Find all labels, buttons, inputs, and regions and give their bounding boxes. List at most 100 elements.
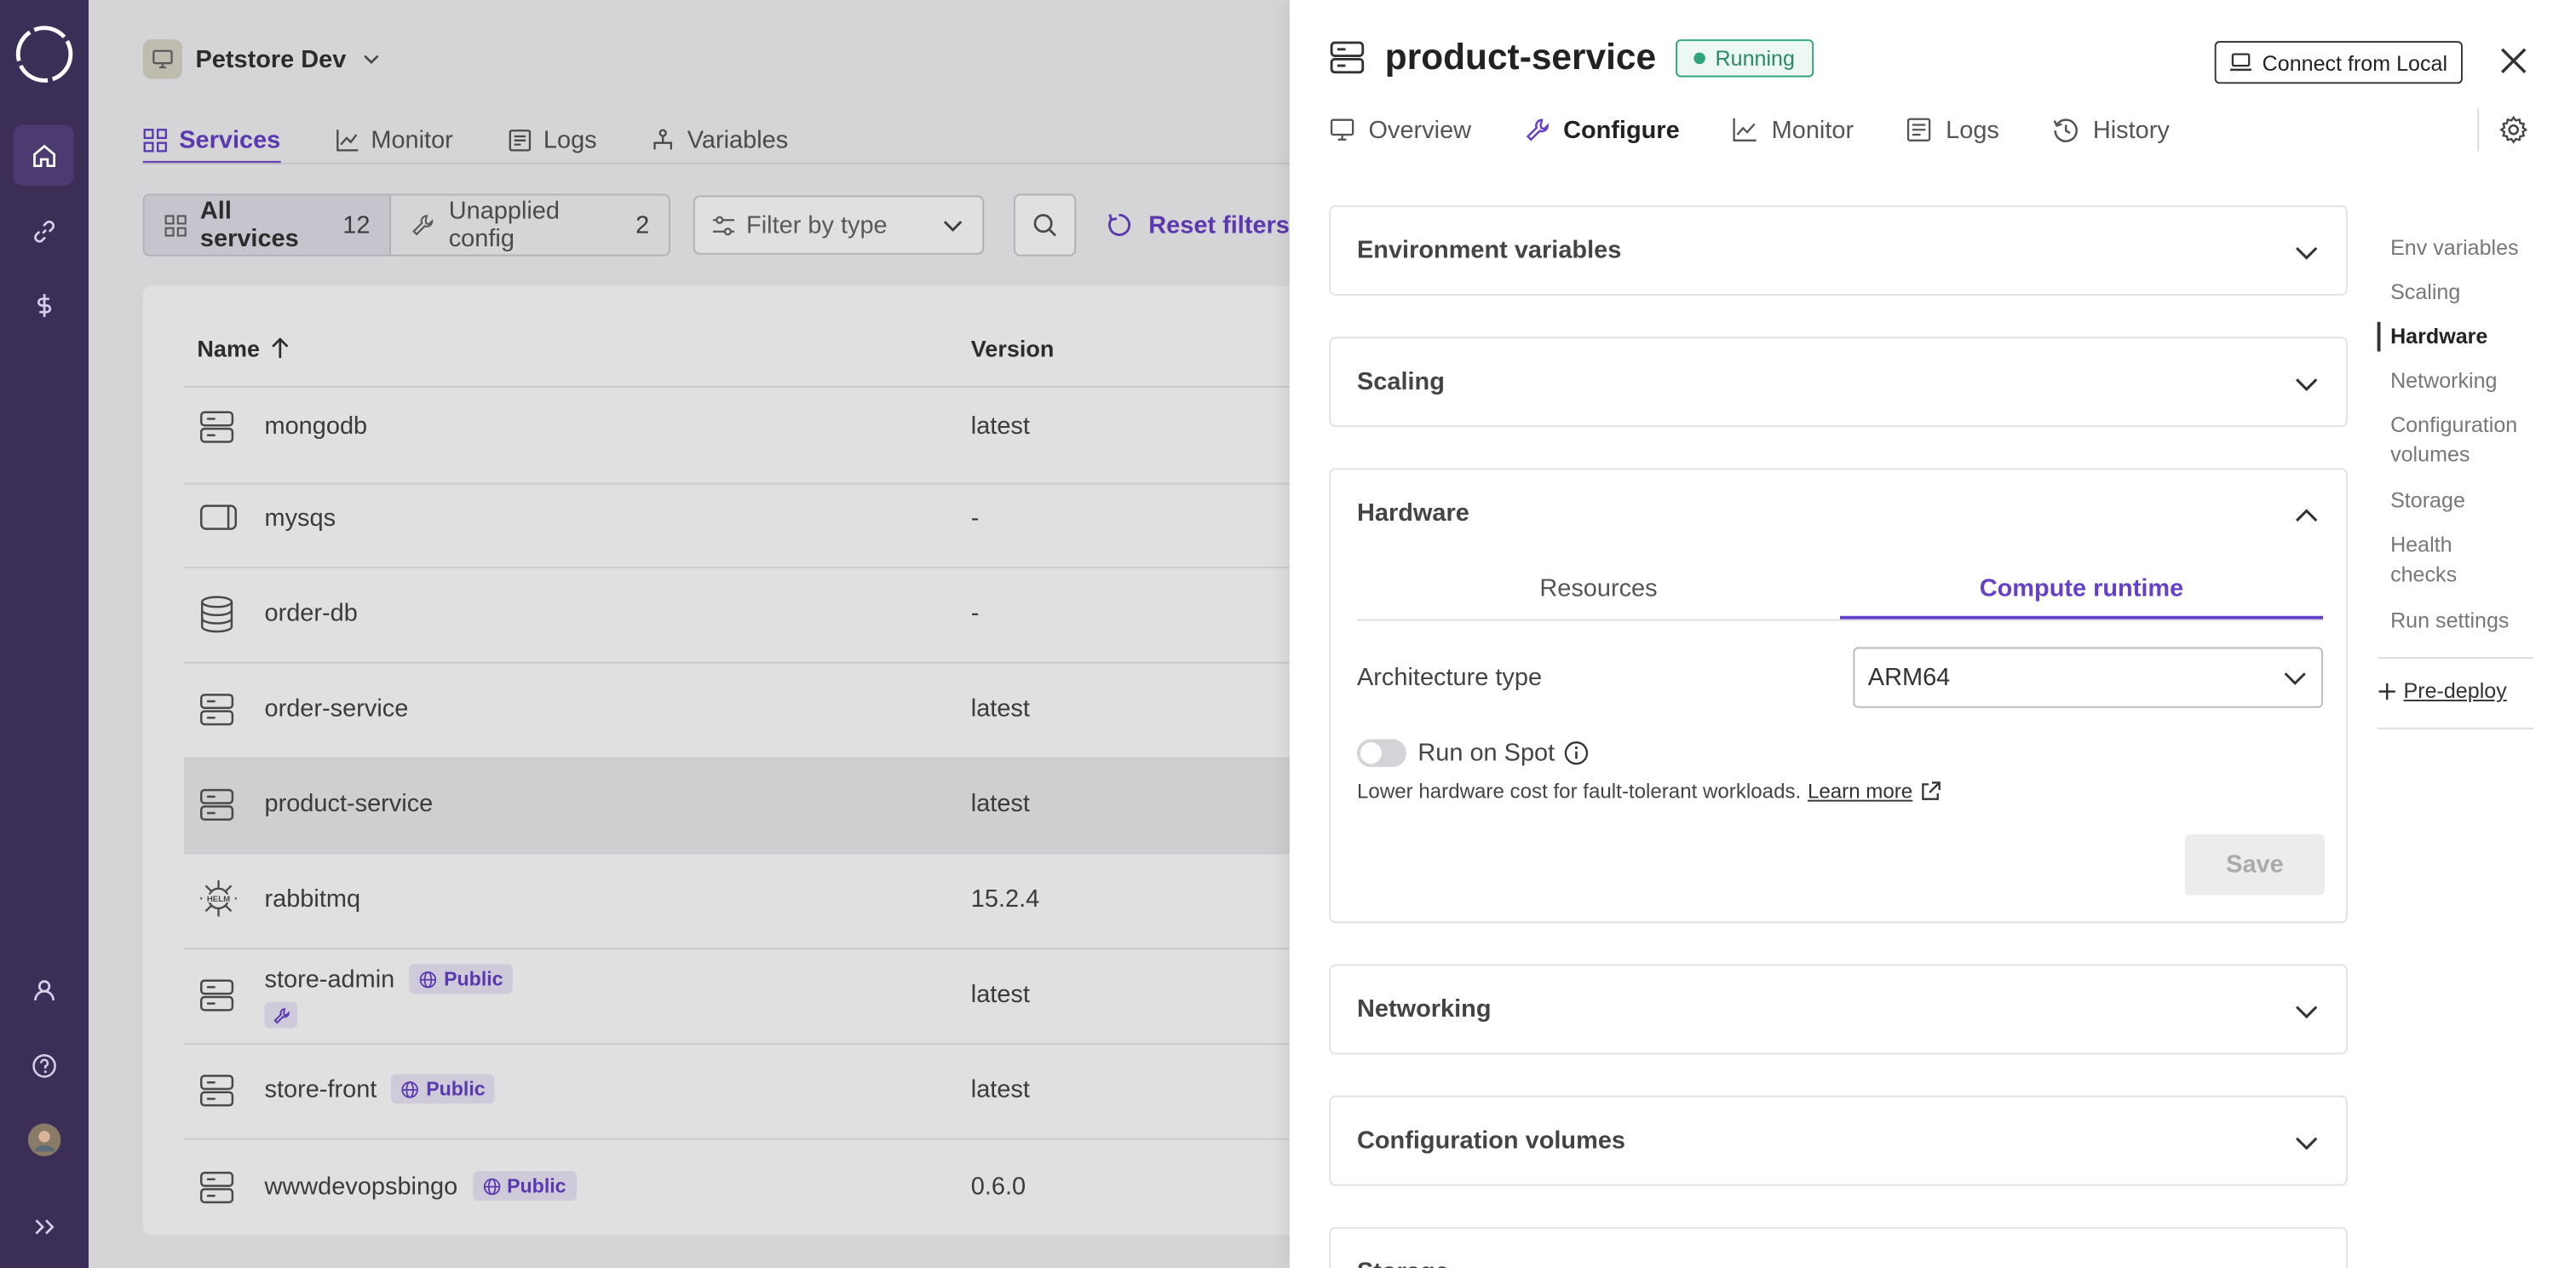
wrench-icon bbox=[273, 1007, 289, 1023]
table-row[interactable]: order-service latest bbox=[183, 662, 1290, 759]
reset-filters-button[interactable]: Reset filters bbox=[1106, 211, 1290, 239]
section-configuration-volumes[interactable]: Configuration volumes bbox=[1329, 1095, 2348, 1186]
search-button[interactable] bbox=[1013, 193, 1077, 256]
tabs-divider bbox=[142, 162, 1290, 164]
tab-configure[interactable]: Configure bbox=[1524, 112, 1680, 147]
tab-logs[interactable]: Logs bbox=[507, 118, 597, 161]
tab-overview[interactable]: Overview bbox=[1329, 112, 1471, 147]
section-networking[interactable]: Networking bbox=[1329, 964, 2348, 1055]
service-name: product-service bbox=[264, 790, 434, 818]
section-nav-run-settings[interactable]: Run settings bbox=[2378, 606, 2509, 636]
pre-deploy-link[interactable]: Pre-deploy bbox=[2378, 678, 2507, 703]
run-on-spot-toggle[interactable] bbox=[1356, 739, 1406, 768]
section-nav-networking[interactable]: Networking bbox=[2378, 366, 2497, 396]
tab-variables[interactable]: Variables bbox=[651, 118, 788, 161]
section-nav-env-variables[interactable]: Env variables bbox=[2378, 233, 2519, 263]
architecture-type-select[interactable]: ARM64 bbox=[1853, 647, 2323, 708]
connect-from-local-label: Connect from Local bbox=[2262, 49, 2448, 75]
all-services-label: All services bbox=[199, 197, 299, 253]
table-row[interactable]: wwwdevopsbingo Public 0.6.0 bbox=[184, 1138, 1290, 1234]
column-header-name[interactable]: Name bbox=[197, 335, 290, 361]
chevron-down-icon bbox=[363, 55, 378, 65]
links-nav-button[interactable] bbox=[13, 200, 73, 261]
section-nav-configuration-volumes[interactable]: Configuration volumes bbox=[2378, 411, 2535, 470]
close-icon[interactable] bbox=[2497, 44, 2530, 78]
server-icon bbox=[1330, 41, 1365, 74]
tab-history[interactable]: History bbox=[2052, 112, 2170, 147]
section-title[interactable]: Hardware bbox=[1357, 499, 1469, 527]
expand-nav-button[interactable] bbox=[13, 1196, 73, 1256]
active-tab-underline bbox=[1839, 615, 2323, 620]
section-nav-scaling[interactable]: Scaling bbox=[2378, 278, 2460, 308]
section-nav-hardware[interactable]: Hardware bbox=[2377, 321, 2487, 352]
filter-by-type-select[interactable]: Filter by type bbox=[693, 195, 985, 255]
unapplied-config-filter[interactable]: Unapplied config 2 bbox=[391, 195, 669, 254]
column-header-version[interactable]: Version bbox=[971, 335, 1055, 361]
gear-icon[interactable] bbox=[2498, 115, 2528, 145]
all-services-filter[interactable]: All services 12 bbox=[144, 195, 392, 255]
section-environment-variables[interactable]: Environment variables bbox=[1329, 205, 2348, 296]
service-name: store-admin bbox=[264, 965, 395, 994]
profile-nav-button[interactable] bbox=[13, 960, 73, 1020]
home-nav-button[interactable] bbox=[13, 124, 74, 186]
services-table: Name Version mongodb latest mysqs - orde… bbox=[142, 285, 1290, 1236]
filter-bar: All services 12 Unapplied config 2 Filte… bbox=[142, 193, 1290, 256]
billing-nav-button[interactable] bbox=[13, 274, 73, 335]
table-row[interactable]: store-admin Public latest bbox=[183, 948, 1290, 1045]
table-row[interactable]: mysqs - bbox=[183, 471, 1290, 568]
chart-icon bbox=[1734, 118, 1757, 141]
search-icon bbox=[1033, 214, 1057, 237]
tab-monitor[interactable]: Monitor bbox=[1732, 112, 1854, 147]
pre-deploy-label: Pre-deploy bbox=[2403, 678, 2507, 703]
table-row-selected[interactable]: product-service latest bbox=[183, 757, 1290, 855]
user-icon bbox=[33, 979, 55, 1000]
chart-icon bbox=[336, 129, 358, 151]
dollar-icon bbox=[37, 293, 51, 317]
service-version: 15.2.4 bbox=[970, 885, 1040, 914]
help-nav-button[interactable] bbox=[13, 1035, 73, 1095]
table-row[interactable]: order-db - bbox=[183, 567, 1290, 664]
environment-name: Petstore Dev bbox=[195, 45, 347, 73]
architecture-type-label: Architecture type bbox=[1356, 663, 1543, 692]
tab-services[interactable]: Services bbox=[142, 118, 281, 164]
info-icon[interactable] bbox=[1565, 741, 1590, 765]
section-nav-storage[interactable]: Storage bbox=[2378, 487, 2465, 516]
reset-icon bbox=[1108, 214, 1131, 237]
tab-logs-label: Logs bbox=[543, 125, 597, 154]
reset-filters-label: Reset filters bbox=[1148, 210, 1290, 239]
column-header-version-label: Version bbox=[970, 335, 1055, 362]
learn-more-link[interactable]: Learn more bbox=[1808, 781, 1912, 804]
section-nav-health-checks[interactable]: Health checks bbox=[2378, 531, 2489, 590]
external-link-icon[interactable] bbox=[1919, 781, 1942, 804]
divider bbox=[2377, 656, 2533, 659]
section-storage[interactable]: Storage bbox=[1329, 1226, 2348, 1268]
unapplied-config-count: 2 bbox=[635, 210, 650, 239]
run-on-spot-row: Run on Spot bbox=[1417, 739, 1589, 767]
chevron-up-icon[interactable] bbox=[2293, 503, 2320, 529]
section-scaling[interactable]: Scaling bbox=[1329, 337, 2348, 428]
run-on-spot-label: Run on Spot bbox=[1417, 739, 1555, 768]
sliders-icon bbox=[713, 215, 735, 235]
tab-monitor[interactable]: Monitor bbox=[335, 118, 453, 161]
tab-compute-runtime[interactable]: Compute runtime bbox=[1840, 575, 2323, 603]
tab-resources[interactable]: Resources bbox=[1357, 575, 1840, 603]
column-header-name-label: Name bbox=[197, 335, 260, 362]
sort-ascending-icon bbox=[272, 337, 289, 359]
logo-icon[interactable] bbox=[14, 25, 73, 84]
table-row[interactable]: mongodb latest bbox=[183, 388, 1290, 485]
server-icon bbox=[199, 979, 234, 1012]
save-button[interactable]: Save bbox=[2184, 834, 2325, 896]
status-dot bbox=[1693, 51, 1705, 64]
database-icon bbox=[200, 596, 233, 633]
avatar[interactable] bbox=[13, 1109, 73, 1169]
wrench-icon bbox=[412, 215, 434, 236]
environment-selector[interactable]: Petstore Dev bbox=[142, 39, 382, 79]
table-row[interactable]: store-front Public latest bbox=[183, 1043, 1290, 1140]
tab-logs[interactable]: Logs bbox=[1906, 112, 1999, 147]
server-icon bbox=[199, 788, 234, 821]
connect-from-local-button[interactable]: Connect from Local bbox=[2214, 41, 2463, 84]
table-row[interactable]: HELM rabbitmq 15.2.4 bbox=[183, 852, 1290, 950]
service-name: mongodb bbox=[264, 412, 368, 441]
monitor-icon bbox=[1330, 118, 1354, 141]
globe-icon bbox=[402, 1081, 419, 1098]
